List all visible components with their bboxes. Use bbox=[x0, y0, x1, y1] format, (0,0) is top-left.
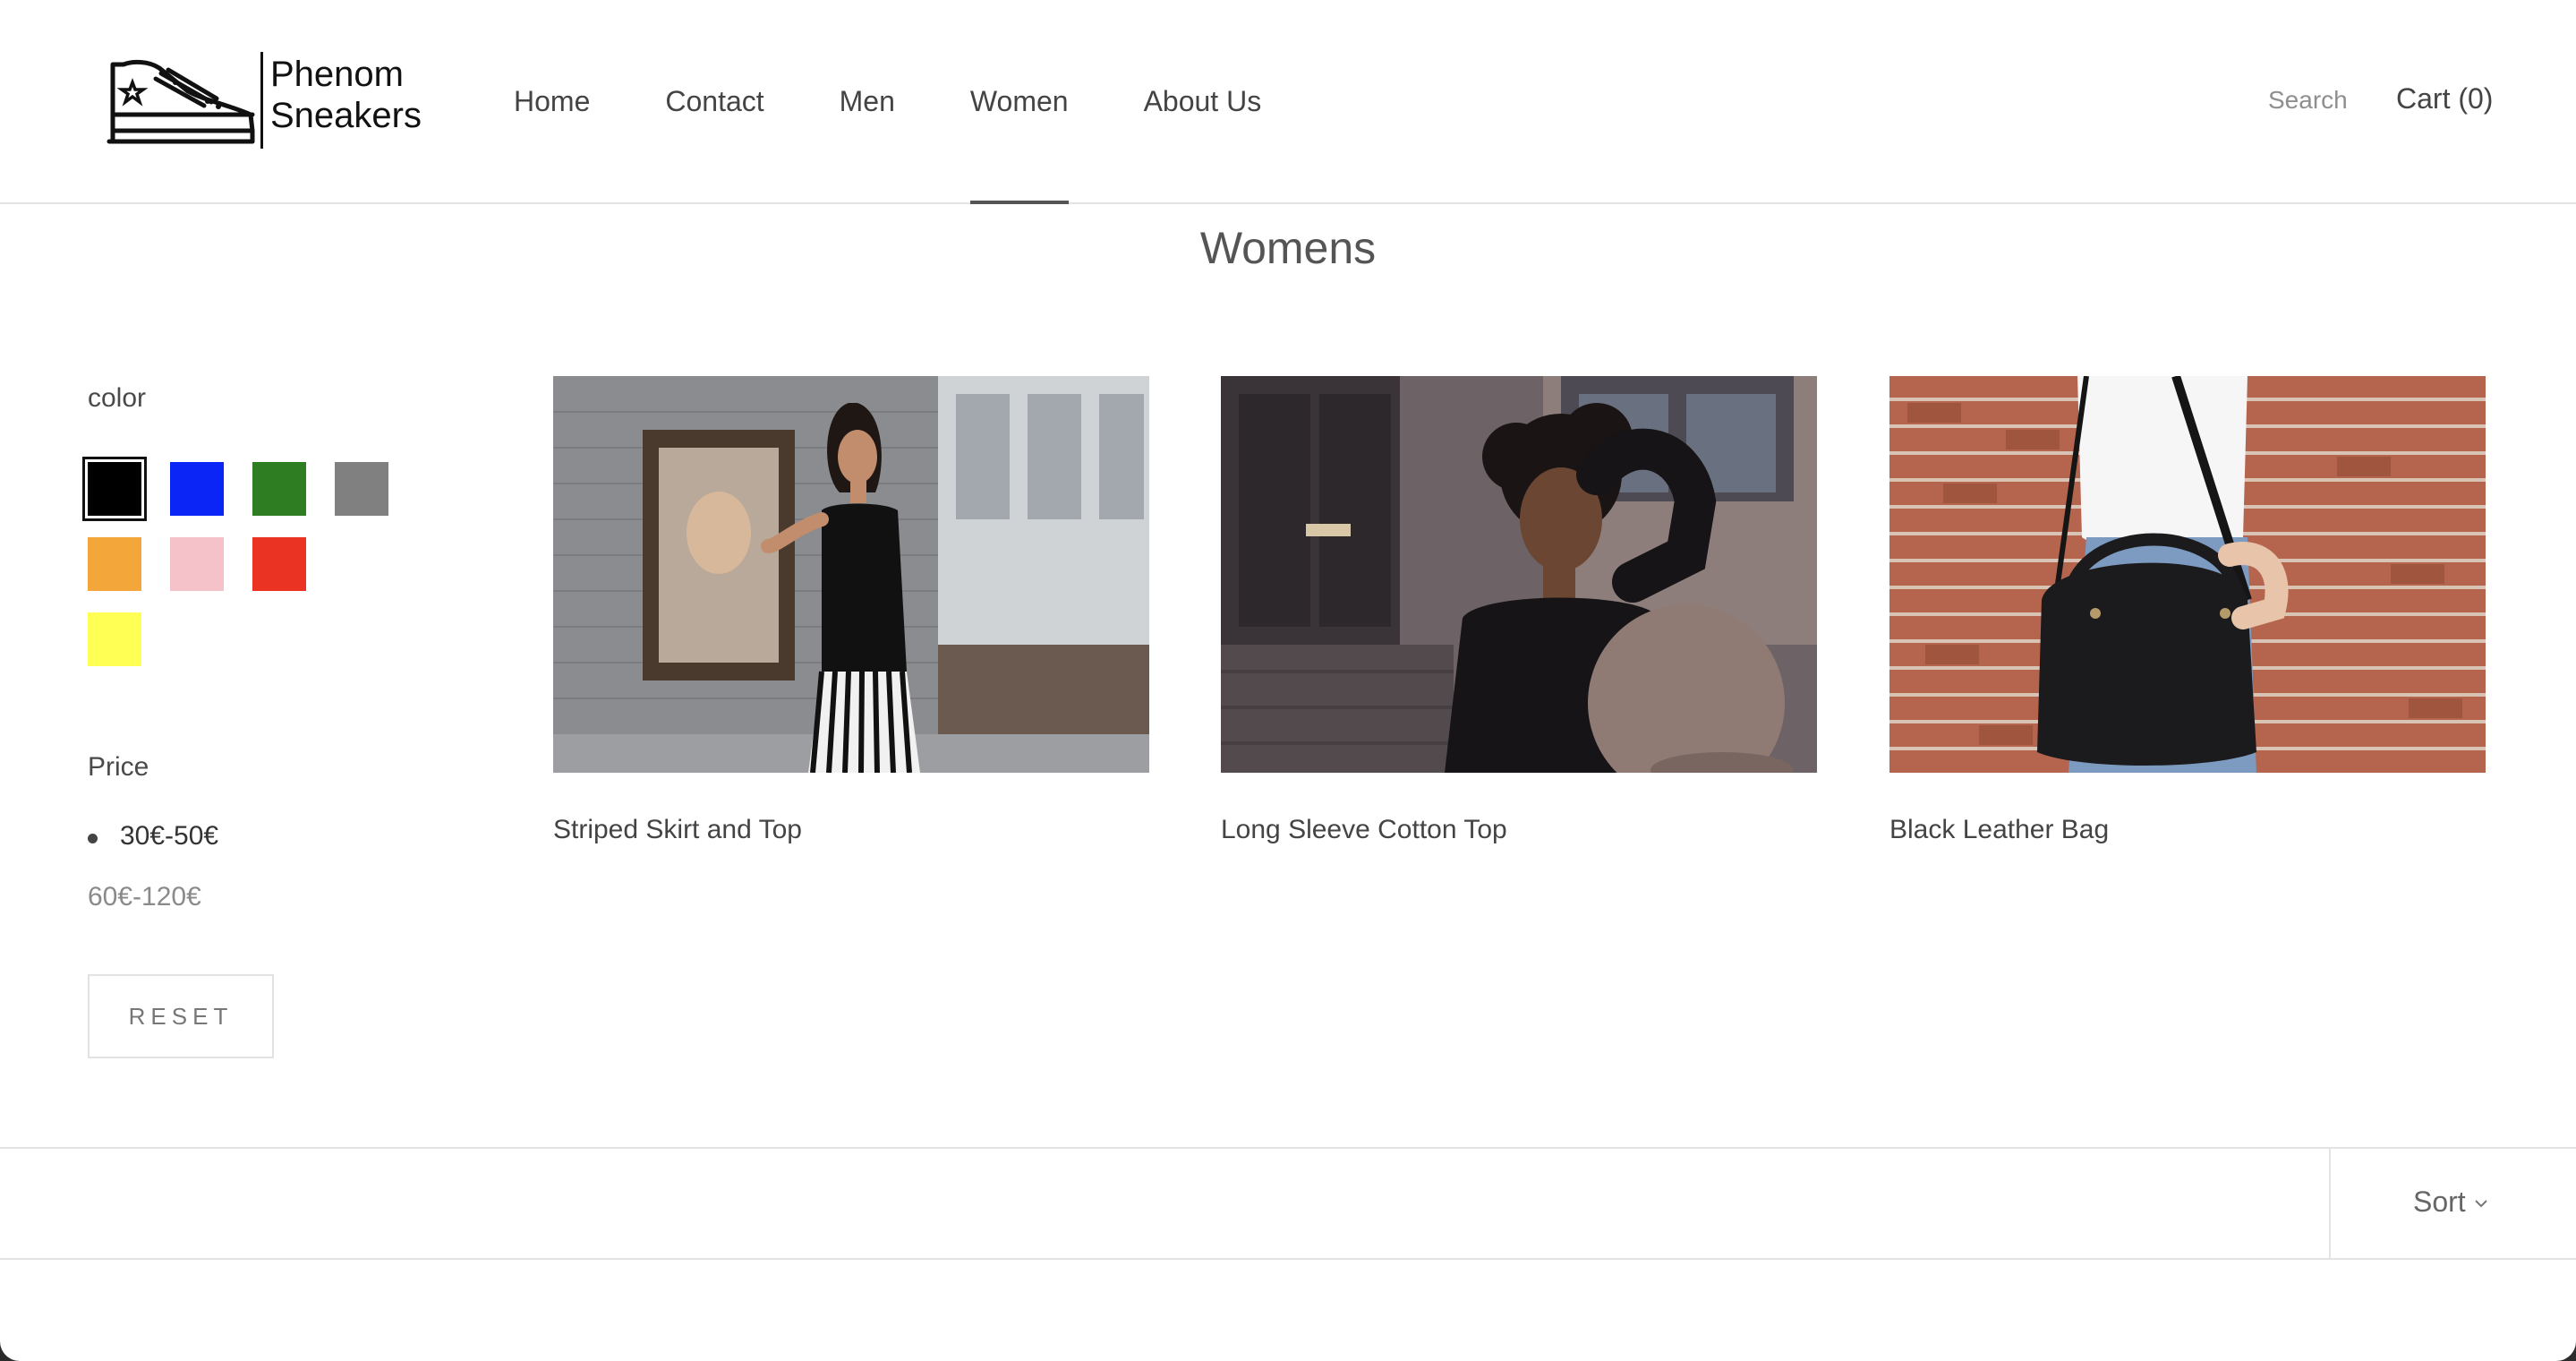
product-name: Black Leather Bag bbox=[1889, 815, 2110, 844]
product-name: Striped Skirt and Top bbox=[553, 815, 802, 844]
search-link[interactable]: Search bbox=[2268, 86, 2348, 115]
price-filter-title: Price bbox=[88, 752, 149, 782]
nav-men[interactable]: Men bbox=[840, 0, 895, 202]
collection-toolbar: Sort bbox=[0, 1147, 2576, 1260]
color-filter-title: color bbox=[88, 383, 147, 413]
brand-name-line1: Phenom bbox=[270, 55, 404, 94]
nav-women[interactable]: Women bbox=[969, 0, 1069, 204]
color-swatch-green[interactable] bbox=[252, 462, 306, 516]
page-title: Womens bbox=[1199, 223, 1377, 273]
cart-link[interactable]: Cart (0) bbox=[2396, 82, 2493, 116]
product-card[interactable]: Long Sleeve Cotton Top bbox=[1221, 376, 1817, 844]
color-swatch-pink[interactable] bbox=[170, 537, 224, 591]
sort-label: Sort bbox=[2413, 1186, 2466, 1218]
color-swatch-gray[interactable] bbox=[335, 462, 388, 516]
brand-logo[interactable]: Phenom Sneakers bbox=[106, 50, 428, 152]
price-option-60-120[interactable]: 60€-120€ bbox=[88, 882, 201, 912]
main-nav: Home Contact Men Women About Us bbox=[514, 0, 1336, 204]
nav-home[interactable]: Home bbox=[514, 0, 590, 202]
color-swatch-blue[interactable] bbox=[170, 462, 224, 516]
reset-button[interactable]: RESET bbox=[88, 974, 274, 1058]
color-swatch-yellow[interactable] bbox=[88, 612, 141, 666]
sort-dropdown[interactable]: Sort bbox=[2329, 1149, 2576, 1258]
color-swatch-black[interactable] bbox=[82, 457, 147, 521]
price-option-30-50[interactable]: 30€-50€ bbox=[88, 821, 218, 852]
product-image-striped-skirt bbox=[553, 376, 1149, 773]
brand-name-line2: Sneakers bbox=[270, 96, 422, 135]
nav-contact[interactable]: Contact bbox=[665, 0, 763, 202]
site-header: Phenom Sneakers Home Contact Men Women A… bbox=[0, 0, 2576, 204]
sneaker-icon bbox=[107, 59, 255, 144]
color-swatch-red[interactable] bbox=[252, 537, 306, 591]
chevron-down-icon bbox=[2475, 1200, 2487, 1208]
product-card[interactable]: Striped Skirt and Top bbox=[553, 376, 1149, 844]
nav-about-us[interactable]: About Us bbox=[1144, 0, 1262, 202]
product-image-black-leather-bag bbox=[1889, 376, 2486, 773]
logo-divider bbox=[260, 52, 263, 149]
product-card[interactable]: Black Leather Bag bbox=[1889, 376, 2486, 844]
product-name: Long Sleeve Cotton Top bbox=[1221, 815, 1507, 844]
color-swatch-orange[interactable] bbox=[88, 537, 141, 591]
selected-bullet-icon bbox=[88, 834, 98, 843]
price-option-label: 30€-50€ bbox=[120, 821, 219, 851]
product-image-long-sleeve-top bbox=[1221, 376, 1817, 773]
brand-name: Phenom Sneakers bbox=[270, 54, 422, 136]
page: Phenom Sneakers Home Contact Men Women A… bbox=[0, 0, 2576, 1361]
